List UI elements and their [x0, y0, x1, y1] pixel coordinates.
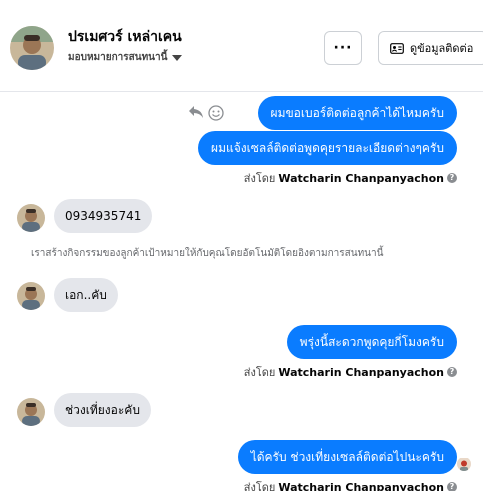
help-icon[interactable]: ?	[447, 482, 457, 491]
sender-name: Watcharin Chanpanyachon	[278, 365, 444, 379]
sent-by-label: ส่งโดย Watcharin Chanpanyachon ?	[244, 169, 457, 187]
incoming-message-bubble[interactable]: 0934935741	[54, 199, 153, 233]
view-contact-info-button[interactable]: ดูข้อมูลติดต่อ	[378, 31, 483, 65]
outgoing-message-bubble[interactable]: ได้ครับ ช่วงเที่ยงเซลล์ติดต่อไปนะครับ	[237, 440, 457, 474]
sender-name: Watcharin Chanpanyachon	[278, 171, 444, 185]
help-icon[interactable]: ?	[447, 173, 457, 183]
emoji-icon[interactable]	[208, 105, 224, 121]
caret-down-icon	[172, 54, 183, 61]
message-thread: ผมขอเบอร์ติดต่อลูกค้าได้ไหมครับ ผมแจ้งเซ…	[0, 92, 483, 491]
sent-by-label: ส่งโดย Watcharin Chanpanyachon ?	[244, 478, 457, 491]
sent-by-prefix: ส่งโดย	[243, 481, 276, 491]
contact-avatar[interactable]	[10, 26, 54, 70]
contact-name: ปรเมศวร์ เหล่าเคน	[68, 29, 182, 45]
outgoing-message-bubble[interactable]: ผมแจ้งเซลล์ติดต่อพูดคุยรายละเอียดต่างๆคร…	[198, 131, 457, 165]
contact-card-icon	[390, 42, 404, 54]
contact-avatar-small[interactable]	[17, 398, 45, 426]
sent-by-prefix: ส่งโดย	[243, 172, 276, 185]
outgoing-message-bubble[interactable]: พรุ่งนี้สะดวกพูดคุยกี่โมงครับ	[286, 325, 457, 359]
sent-by-label: ส่งโดย Watcharin Chanpanyachon ?	[244, 363, 457, 381]
sent-by-prefix: ส่งโดย	[243, 366, 276, 379]
system-activity-note: เราสร้างกิจกรรมของลูกค้าเป้าหมายให้กับคุ…	[31, 248, 384, 259]
incoming-message-bubble[interactable]: ช่วงเที่ยงอะคับ	[54, 393, 151, 427]
seen-indicator-avatar	[457, 457, 471, 471]
message-actions	[188, 105, 224, 121]
more-options-icon: ···	[333, 40, 353, 56]
more-options-button[interactable]: ···	[324, 31, 362, 65]
incoming-message-bubble[interactable]: เอก..คับ	[54, 278, 118, 312]
assign-conversation-label: มอบหมายการสนทนานี้	[68, 52, 168, 63]
view-contact-info-label: ดูข้อมูลติดต่อ	[410, 42, 474, 55]
contact-avatar-small[interactable]	[17, 282, 45, 310]
help-icon[interactable]: ?	[447, 367, 457, 377]
sender-name: Watcharin Chanpanyachon	[278, 480, 444, 491]
reply-icon[interactable]	[188, 105, 204, 119]
conversation-header: ปรเมศวร์ เหล่าเคน มอบหมายการสนทนานี้ ···…	[0, 0, 483, 92]
assign-conversation-dropdown[interactable]: มอบหมายการสนทนานี้	[68, 50, 183, 65]
outgoing-message-bubble[interactable]: ผมขอเบอร์ติดต่อลูกค้าได้ไหมครับ	[257, 96, 457, 130]
contact-avatar-small[interactable]	[17, 204, 45, 232]
